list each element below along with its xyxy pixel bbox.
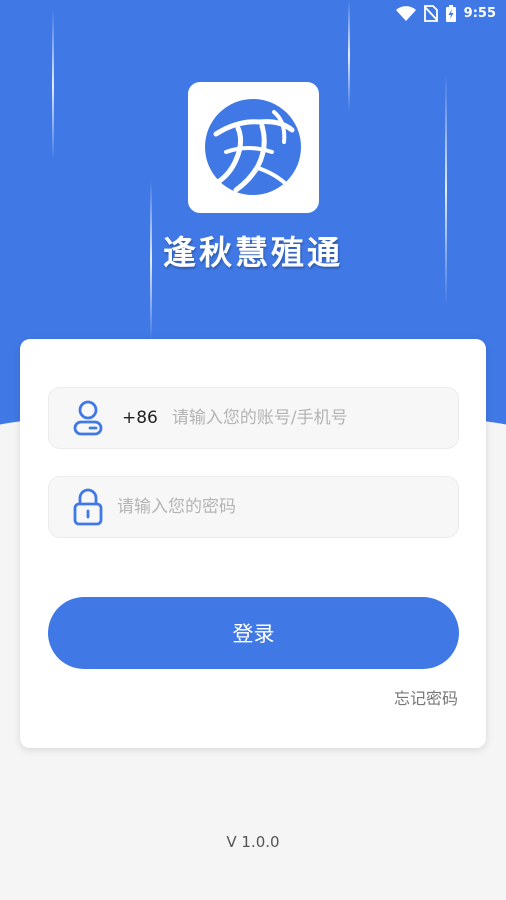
app-version: V 1.0.0 bbox=[226, 833, 280, 851]
app-logo bbox=[188, 82, 319, 213]
account-field[interactable]: +86 bbox=[48, 387, 459, 449]
account-input[interactable] bbox=[171, 398, 458, 438]
no-sim-icon bbox=[423, 5, 438, 22]
battery-charging-icon bbox=[445, 5, 456, 22]
login-button[interactable]: 登录 bbox=[48, 597, 459, 669]
password-field[interactable] bbox=[48, 476, 459, 538]
lock-icon bbox=[71, 487, 105, 527]
light-streak bbox=[52, 10, 54, 160]
status-time: 9:55 bbox=[463, 6, 496, 21]
country-code[interactable]: +86 bbox=[122, 408, 158, 428]
app-logo-icon bbox=[205, 99, 301, 195]
login-card: +86 登录 忘记密码 bbox=[20, 339, 486, 748]
app-title: 逢秋慧殖通 bbox=[163, 233, 343, 272]
forgot-password-link[interactable]: 忘记密码 bbox=[394, 685, 458, 709]
wifi-icon bbox=[395, 5, 416, 21]
status-bar: 9:55 bbox=[0, 0, 506, 28]
password-input[interactable] bbox=[117, 487, 458, 527]
user-icon bbox=[71, 398, 105, 438]
